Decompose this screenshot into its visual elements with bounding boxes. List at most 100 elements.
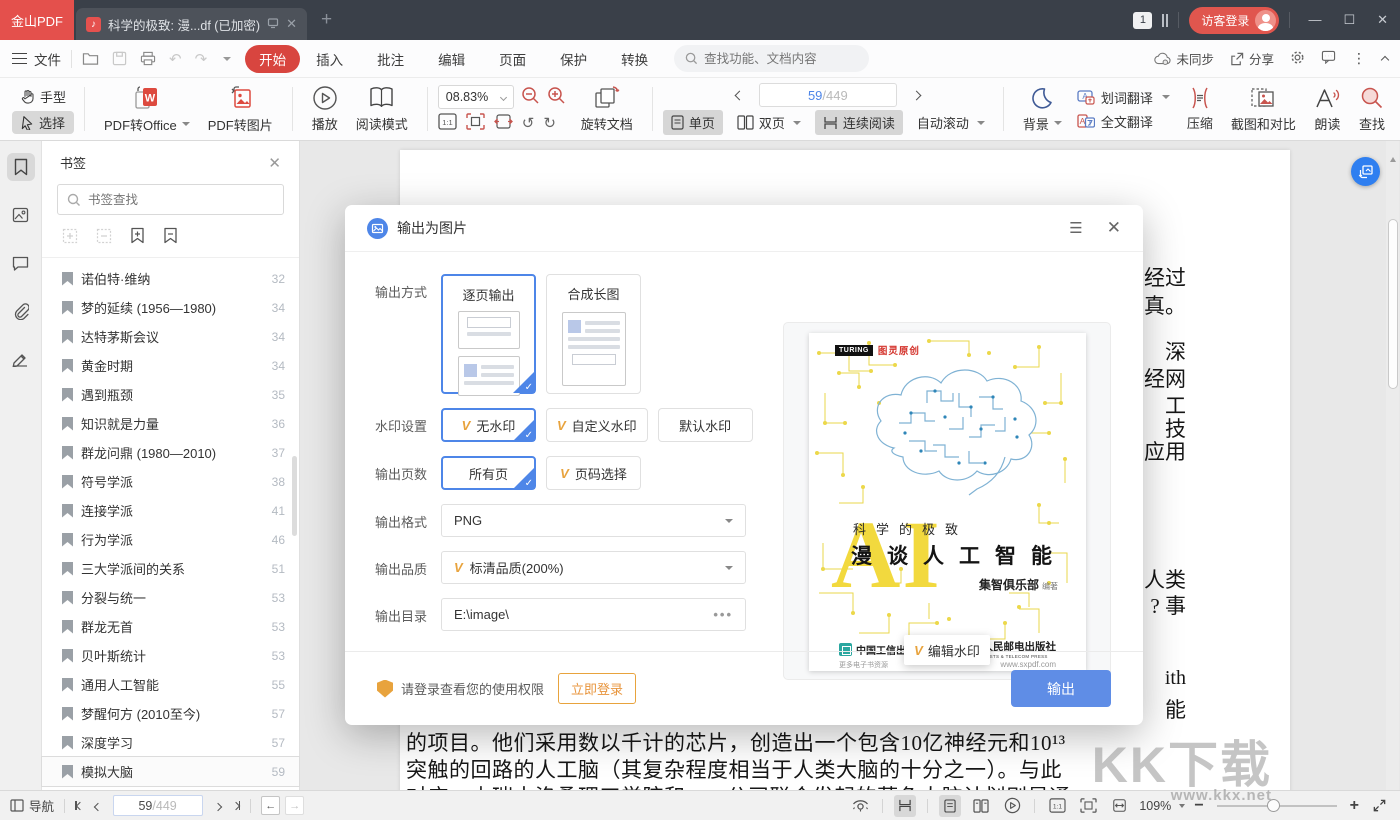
continuous-read-button[interactable]: 连续阅读	[815, 110, 903, 135]
bookmark-item[interactable]: 模拟大脑 59	[42, 757, 299, 786]
output-format-select[interactable]: PNG	[441, 504, 746, 537]
single-page-mode-button[interactable]: 单页	[663, 110, 723, 135]
mode-long-image-card[interactable]: 合成长图	[546, 274, 641, 394]
settings-gear-icon[interactable]	[1290, 50, 1305, 68]
zoom-slider[interactable]	[1217, 805, 1337, 807]
pages-all-button[interactable]: 所有页	[441, 456, 536, 490]
zoom-in-icon[interactable]	[547, 86, 566, 108]
bookmark-item[interactable]: 通用人工智能 55	[42, 670, 299, 699]
read-aloud-button[interactable]: 朗读	[1305, 86, 1350, 133]
open-file-icon[interactable]	[82, 51, 99, 66]
bookmark-item[interactable]: 遇到瓶颈 35	[42, 380, 299, 409]
read-mode-button[interactable]: 阅读模式	[347, 85, 417, 133]
play-slideshow-icon[interactable]	[1001, 795, 1023, 817]
tab-annotate[interactable]: 批注	[377, 49, 404, 69]
zoom-out-button[interactable]: −	[1194, 797, 1203, 815]
collapse-all-icon[interactable]	[96, 228, 112, 247]
rotate-left-icon[interactable]: ↺	[522, 116, 535, 131]
quickbar-dropdown-icon[interactable]	[223, 57, 231, 61]
history-back-button[interactable]: ←	[261, 796, 280, 815]
bookmark-item[interactable]: 贝叶斯统计 53	[42, 641, 299, 670]
pin-tab-icon[interactable]	[267, 17, 279, 32]
actual-size-icon[interactable]: 1:1	[1046, 795, 1068, 817]
login-now-button[interactable]: 立即登录	[558, 673, 636, 704]
close-panel-icon[interactable]: ✕	[268, 154, 281, 172]
bookmark-item[interactable]: 梦的延续 (1956—1980) 34	[42, 293, 299, 322]
zoom-level-input[interactable]: 08.83%	[438, 85, 514, 109]
print-icon[interactable]	[140, 51, 156, 66]
window-count-badge[interactable]: 1	[1133, 12, 1152, 29]
watermark-default-button[interactable]: 默认水印	[658, 408, 753, 442]
rotate-right-icon[interactable]: ↻	[543, 116, 556, 131]
fullscreen-icon[interactable]	[1368, 795, 1390, 817]
history-forward-button[interactable]: →	[285, 796, 304, 815]
tab-home[interactable]: 开始	[245, 45, 300, 73]
pdf-to-image-button[interactable]: PDF转图片	[199, 85, 282, 134]
export-button[interactable]: 输出	[1011, 670, 1111, 707]
zoom-out-icon[interactable]	[521, 86, 540, 108]
comments-panel-icon[interactable]	[7, 249, 35, 277]
tab-edit[interactable]: 编辑	[438, 49, 465, 69]
new-tab-button[interactable]: +	[321, 9, 332, 31]
dialog-close-icon[interactable]: ✕	[1107, 218, 1121, 238]
auto-scroll-button[interactable]: 自动滚动	[909, 110, 993, 135]
fit-width-icon[interactable]	[494, 113, 513, 133]
app-tab[interactable]: 金山PDF	[0, 0, 74, 40]
rotate-document-button[interactable]: 旋转文档	[572, 85, 642, 133]
remove-bookmark-icon[interactable]	[163, 227, 178, 247]
file-menu[interactable]: 文件	[12, 49, 61, 69]
bookmark-item[interactable]: 群龙问鼎 (1980—2010) 37	[42, 438, 299, 467]
maximize-button[interactable]: ☐	[1343, 12, 1355, 28]
bookmark-item[interactable]: 梦醒何方 (2010至今) 57	[42, 699, 299, 728]
full-translate-button[interactable]: A 全文翻译	[1077, 112, 1170, 131]
fit-page-icon[interactable]	[466, 113, 485, 133]
dialog-menu-icon[interactable]: ☰	[1069, 219, 1082, 237]
previous-page-icon[interactable]	[734, 90, 744, 100]
bookmark-item[interactable]: 行为学派 46	[42, 525, 299, 554]
window-list-icon[interactable]	[1162, 14, 1168, 27]
bookmark-search-input[interactable]	[88, 193, 258, 207]
function-search[interactable]	[674, 45, 869, 72]
statusbar-page-input[interactable]: 59/449	[113, 795, 203, 816]
signature-panel-icon[interactable]	[7, 345, 35, 373]
page-number-input[interactable]: 59/449	[759, 83, 897, 107]
scroll-up-icon[interactable]	[1390, 157, 1396, 162]
feedback-icon[interactable]	[1321, 50, 1336, 67]
mode-per-page-card[interactable]: 逐页输出	[441, 274, 536, 394]
single-page-icon[interactable]	[939, 795, 961, 817]
play-button[interactable]: 播放	[303, 85, 347, 133]
find-button[interactable]: 查找	[1350, 86, 1394, 133]
collapse-toolbar-icon[interactable]	[1382, 52, 1388, 66]
tab-protect[interactable]: 保护	[560, 49, 587, 69]
document-tab[interactable]: ♪ 科学的极致: 漫...df (已加密) ✕	[76, 8, 307, 40]
close-window-button[interactable]: ✕	[1377, 12, 1388, 28]
fit-width-icon[interactable]	[1108, 795, 1130, 817]
bookmark-item[interactable]: 分裂与统一 53	[42, 583, 299, 612]
last-page-button[interactable]	[233, 801, 241, 810]
bookmark-item[interactable]: 群龙无首 53	[42, 612, 299, 641]
edit-watermark-button[interactable]: V 编辑水印	[904, 635, 990, 665]
browse-folder-button[interactable]: •••	[713, 607, 733, 622]
select-tool-button[interactable]: 选择	[12, 111, 74, 134]
first-page-button[interactable]	[75, 801, 83, 810]
save-icon[interactable]	[112, 51, 127, 66]
tab-convert[interactable]: 转换	[621, 49, 648, 69]
tab-page[interactable]: 页面	[499, 49, 526, 69]
bookmark-item[interactable]: 知识就是力量 36	[42, 409, 299, 438]
output-quality-select[interactable]: V 标清品质(200%)	[441, 551, 746, 584]
close-tab-icon[interactable]: ✕	[286, 16, 297, 32]
attachments-panel-icon[interactable]	[7, 297, 35, 325]
pages-pick-button[interactable]: V 页码选择	[546, 456, 641, 490]
actual-size-icon[interactable]: 1:1	[438, 113, 457, 133]
pdf-to-office-button[interactable]: W PDF转Office	[95, 85, 199, 134]
sync-status[interactable]: 未同步	[1154, 49, 1214, 68]
add-bookmark-icon[interactable]	[130, 227, 145, 247]
background-button[interactable]: 背景	[1014, 86, 1071, 133]
zoom-slider-knob[interactable]	[1267, 799, 1280, 812]
bookmark-item[interactable]: 达特茅斯会议 34	[42, 322, 299, 351]
tab-insert[interactable]: 插入	[316, 49, 343, 69]
bookmark-item[interactable]: 深度学习 57	[42, 728, 299, 757]
zoom-in-button[interactable]: +	[1350, 797, 1359, 815]
next-page-icon[interactable]	[911, 90, 921, 100]
hand-tool-button[interactable]: 手型	[12, 85, 74, 108]
